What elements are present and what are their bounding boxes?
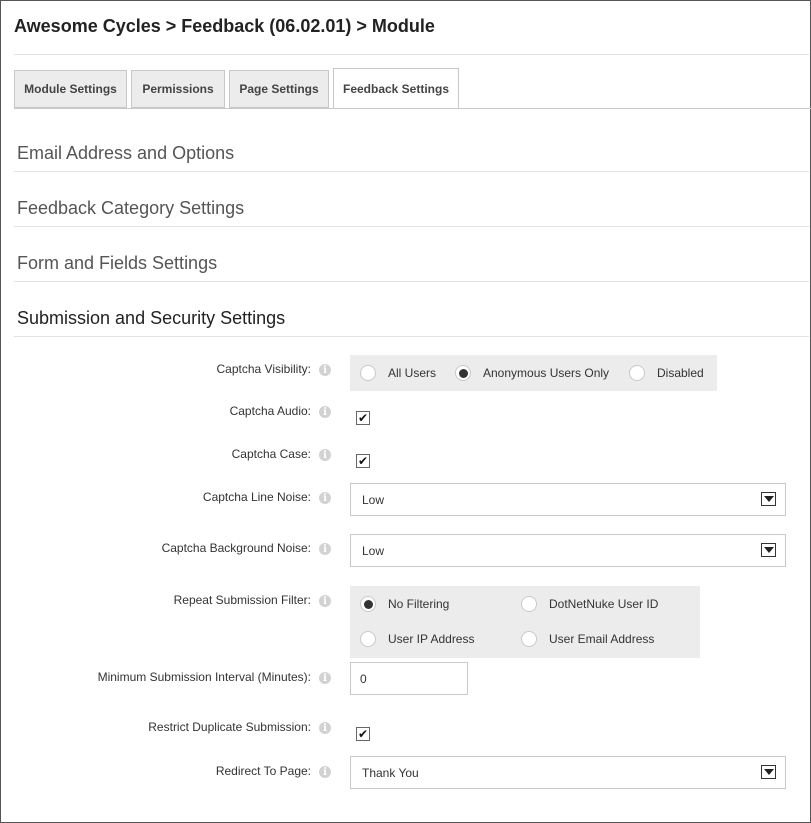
tab-underline — [14, 108, 811, 109]
info-icon[interactable]: i — [319, 543, 331, 555]
info-icon[interactable]: i — [319, 449, 331, 461]
info-icon[interactable]: i — [319, 766, 331, 778]
radio-button[interactable] — [455, 365, 471, 381]
radio-label: User IP Address — [388, 632, 475, 646]
radio-button[interactable] — [360, 365, 376, 381]
radio-button[interactable] — [521, 596, 537, 612]
info-icon[interactable]: i — [319, 595, 331, 607]
page-title: Awesome Cycles > Feedback (06.02.01) > M… — [14, 16, 435, 36]
repeat-submission-filter-label: Repeat Submission Filter: — [173, 593, 311, 607]
select-value: Low — [362, 493, 385, 507]
radio-button[interactable] — [521, 631, 537, 647]
restrict-duplicate-submission-checkbox[interactable]: ✔ — [356, 727, 370, 741]
radio-user-ip-address[interactable]: User IP Address — [360, 631, 474, 647]
header-divider — [14, 54, 809, 55]
repeat-submission-filter-radio-group: No Filtering DotNetNuke User ID User IP … — [350, 586, 700, 658]
radio-no-filtering[interactable]: No Filtering — [360, 596, 449, 612]
radio-dotnetnuke-user-id[interactable]: DotNetNuke User ID — [521, 596, 658, 612]
tab-module-settings[interactable]: Module Settings — [14, 70, 127, 108]
radio-all-users[interactable]: All Users — [360, 365, 436, 381]
captcha-case-label: Captcha Case: — [231, 447, 311, 461]
captcha-case-checkbox[interactable]: ✔ — [356, 454, 370, 468]
section-form-fields-settings[interactable]: Form and Fields Settings — [17, 253, 217, 274]
tab-label: Permissions — [142, 82, 214, 96]
info-icon[interactable]: i — [319, 492, 331, 504]
info-icon[interactable]: i — [319, 672, 331, 684]
tab-label: Module Settings — [24, 82, 117, 96]
chevron-down-icon[interactable] — [761, 765, 776, 779]
radio-disabled[interactable]: Disabled — [629, 365, 704, 381]
minimum-submission-interval-label: Minimum Submission Interval (Minutes): — [97, 670, 311, 684]
tab-feedback-settings[interactable]: Feedback Settings — [333, 68, 459, 109]
tab-page-settings[interactable]: Page Settings — [229, 70, 329, 108]
info-icon[interactable]: i — [319, 364, 331, 376]
captcha-background-noise-label: Captcha Background Noise: — [161, 541, 311, 555]
captcha-background-noise-select[interactable]: Low — [350, 534, 786, 567]
select-value: Low — [362, 544, 385, 558]
section-divider — [14, 336, 809, 337]
captcha-audio-label: Captcha Audio: — [229, 404, 311, 418]
radio-user-email-address[interactable]: User Email Address — [521, 631, 654, 647]
radio-button[interactable] — [360, 596, 376, 612]
radio-label: User Email Address — [549, 632, 655, 646]
tab-label: Page Settings — [239, 82, 319, 96]
section-divider — [14, 171, 809, 172]
info-icon[interactable]: i — [319, 722, 331, 734]
redirect-to-page-label: Redirect To Page: — [215, 764, 311, 778]
tab-label: Feedback Settings — [342, 81, 450, 96]
captcha-line-noise-label: Captcha Line Noise: — [202, 490, 311, 504]
radio-label: Disabled — [657, 366, 704, 380]
section-submission-security-settings[interactable]: Submission and Security Settings — [17, 308, 285, 329]
captcha-audio-checkbox[interactable]: ✔ — [356, 411, 370, 425]
radio-button[interactable] — [629, 365, 645, 381]
section-email-address-options[interactable]: Email Address and Options — [17, 143, 234, 164]
radio-label: DotNetNuke User ID — [549, 597, 659, 611]
radio-label: All Users — [388, 366, 437, 380]
select-value: Thank You — [362, 766, 419, 780]
chevron-down-icon[interactable] — [761, 492, 776, 506]
chevron-down-icon[interactable] — [761, 543, 776, 557]
restrict-duplicate-submission-label: Restrict Duplicate Submission: — [148, 720, 311, 734]
section-divider — [14, 281, 809, 282]
redirect-to-page-select[interactable]: Thank You — [350, 756, 786, 789]
radio-anonymous-users-only[interactable]: Anonymous Users Only — [455, 365, 609, 381]
info-icon[interactable]: i — [319, 406, 331, 418]
captcha-visibility-radio-group: All Users Anonymous Users Only Disabled — [350, 355, 717, 391]
window-frame — [0, 0, 811, 823]
tab-permissions[interactable]: Permissions — [131, 70, 225, 108]
radio-label: No Filtering — [388, 597, 450, 611]
section-feedback-category-settings[interactable]: Feedback Category Settings — [17, 198, 244, 219]
captcha-visibility-label: Captcha Visibility: — [216, 362, 312, 376]
radio-label: Anonymous Users Only — [483, 366, 610, 380]
radio-button[interactable] — [360, 631, 376, 647]
captcha-line-noise-select[interactable]: Low — [350, 483, 786, 516]
minimum-submission-interval-input[interactable]: 0 — [350, 662, 468, 695]
section-divider — [14, 226, 809, 227]
